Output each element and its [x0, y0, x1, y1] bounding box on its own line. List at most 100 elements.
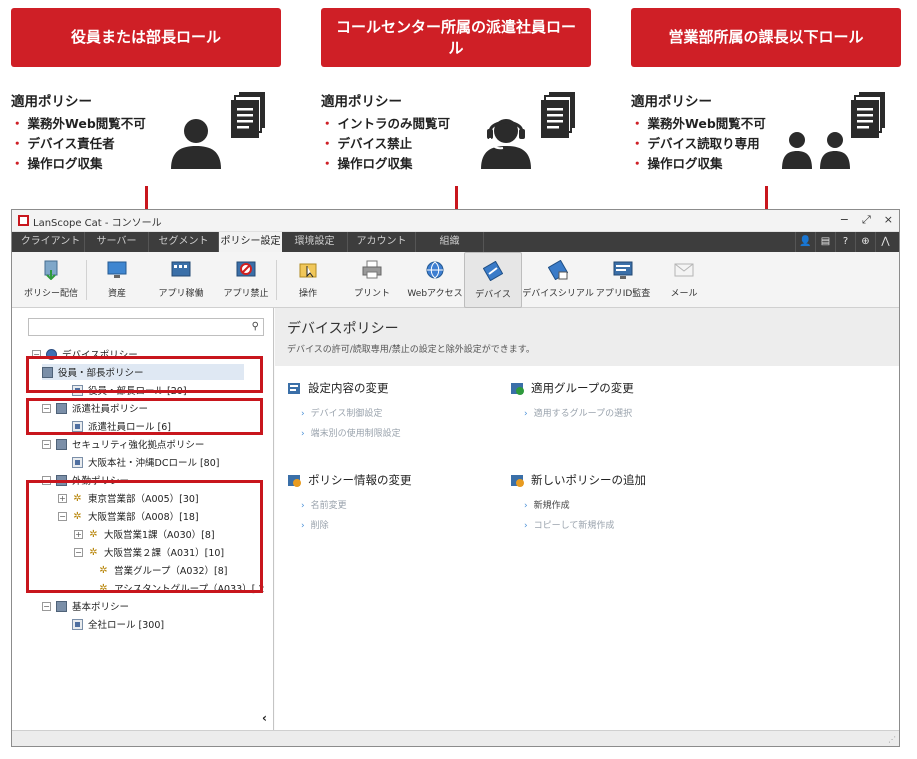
tree-node-label: 全社ロール [300] [88, 620, 165, 631]
collapse-icon[interactable]: ⋀ [875, 232, 895, 252]
tab-4[interactable]: ポリシー設定 [219, 232, 282, 252]
toolbar-app-run-button[interactable]: アプリ稼働 [152, 252, 210, 308]
policy-heading: 適用ポリシー [321, 94, 402, 110]
toolbar-operation-button[interactable]: 操作 [282, 252, 334, 308]
section-link[interactable]: › 削除 [301, 518, 329, 531]
policy-item-label: 業務外Web閲覧不可 [27, 116, 146, 131]
tree-node[interactable]: − 基本ポリシー [42, 598, 129, 614]
role-banner: 役員または部長ロール [11, 8, 281, 67]
close-button[interactable]: × [884, 213, 893, 227]
collapse-icon[interactable]: − [42, 601, 51, 611]
policy-item-label: デバイス読取り専用 [647, 136, 760, 151]
section-link[interactable]: › 新規作成 [524, 498, 570, 511]
bullet-icon: ・ [321, 156, 334, 171]
chevron-right-icon: › [301, 409, 305, 419]
section-link[interactable]: › コピーして新規作成 [524, 518, 614, 531]
tab-6[interactable]: アカウント [348, 232, 416, 252]
policy-item: ・デバイス禁止 [321, 134, 450, 154]
resize-grip-icon[interactable]: ⋰ [888, 735, 896, 744]
policy-item: ・業務外Web閲覧不可 [631, 114, 766, 134]
app-block-icon [236, 260, 256, 280]
policy-detail-panel: デバイスポリシー デバイスの許可/読取専用/禁止の設定と除外設定ができます。 設… [275, 308, 899, 731]
chevron-left-icon[interactable]: ‹ [262, 711, 267, 725]
section-link[interactable]: › デバイス制御設定 [301, 406, 382, 419]
bullet-icon: ・ [631, 156, 644, 171]
collapse-icon[interactable]: − [42, 439, 51, 449]
section-link-label: デバイス制御設定 [310, 409, 383, 419]
policy-list: ・イントラのみ閲覧可・デバイス禁止・操作ログ収集 [321, 114, 450, 174]
user-group-icon [780, 131, 854, 175]
section-link[interactable]: › 適用するグループの選択 [524, 406, 632, 419]
help-icon[interactable]: ? [835, 232, 855, 252]
main-tab-bar: 組織 アカウント 環境設定 ポリシー設定 セグメント サーバー クライアント 👤 ▤? ⊕ ⋀ [12, 232, 899, 252]
policy-icon [56, 600, 67, 612]
role-banner: 営業部所属の課長以下ロール [631, 8, 901, 67]
toolbar-mail-button[interactable]: メール [660, 252, 708, 308]
tree-node[interactable]: − セキュリティ強化拠点ポリシー [42, 436, 204, 452]
toolbar-printer-button[interactable]: プリント [347, 252, 397, 308]
tab-7[interactable]: 組織 [416, 232, 484, 252]
search-input[interactable]: ⚲ [28, 318, 264, 336]
toolbar-deploy-button[interactable]: ポリシー配信 [20, 252, 82, 308]
chevron-right-icon: › [524, 409, 528, 419]
bullet-icon: ・ [11, 136, 24, 151]
highlight-box-executive [26, 356, 263, 393]
toolbar-device-serial-button[interactable]: デバイスシリアル [522, 252, 594, 308]
tab-5[interactable]: 環境設定 [282, 232, 348, 252]
tree-node[interactable]: 全社ロール [300] [72, 616, 164, 632]
role-icon [72, 618, 83, 630]
tab-1[interactable]: クライアント [17, 232, 85, 252]
toolbar-divider [276, 260, 277, 300]
toolbar-app-id-button[interactable]: アプリID監査 [592, 252, 654, 308]
app-logo-icon [18, 215, 29, 226]
chevron-right-icon: › [301, 501, 305, 511]
section-title-label: 適用グループの変更 [531, 381, 634, 395]
search-icon[interactable]: ⚲ [252, 321, 259, 332]
section-link[interactable]: › 端末別の使用制限設定 [301, 426, 401, 439]
section-icon [287, 473, 301, 487]
policy-item: ・操作ログ収集 [321, 154, 450, 174]
tab-bar-icons: 👤 ▤? ⊕ ⋀ [795, 232, 895, 252]
person-icon [169, 117, 223, 175]
document-icon [541, 92, 577, 144]
toolbar-device-button[interactable]: デバイス [464, 252, 522, 308]
policy-list: ・業務外Web閲覧不可・デバイス読取り専用・操作ログ収集 [631, 114, 766, 174]
section-icon [287, 381, 301, 395]
monitor-icon [107, 260, 127, 280]
globe-icon[interactable]: ⊕ [855, 232, 875, 252]
bullet-icon: ・ [11, 156, 24, 171]
section-link-label: 名前変更 [310, 501, 347, 511]
list-icon[interactable]: ▤ [815, 232, 835, 252]
policy-toolbar: ポリシー配信 資産 アプリ稼働 アプリ禁止 操作 プリント Webアクセス デバイス デバイスシ… [12, 252, 899, 308]
toolbar-web-button[interactable]: Webアクセス [407, 252, 463, 308]
toolbar-label: デバイス [475, 290, 511, 300]
tree-node[interactable]: 大阪本社・沖縄DCロール [80] [72, 454, 219, 470]
chevron-right-icon: › [524, 521, 528, 531]
policy-icon [56, 438, 67, 450]
minimize-button[interactable]: − [840, 213, 849, 227]
bullet-icon: ・ [321, 116, 334, 131]
app-window: LanScope Cat - コンソール − ⤢ × 組織 アカウント 環境設定 ポリ… [11, 209, 900, 747]
document-icon [851, 92, 887, 144]
section-title: 設定内容の変更 [287, 380, 389, 396]
section-title-label: 新しいポリシーの追加 [531, 473, 646, 487]
role-icon [72, 456, 83, 468]
tab-2[interactable]: サーバー [85, 232, 149, 252]
role-banner: コールセンター所属の派遣社員ロール [321, 8, 591, 67]
user-icon[interactable]: 👤 [795, 232, 815, 252]
policy-item-label: 操作ログ収集 [337, 156, 413, 171]
policy-item: ・操作ログ収集 [631, 154, 766, 174]
toolbar-app-block-button[interactable]: アプリ禁止 [217, 252, 275, 308]
section-link[interactable]: › 名前変更 [301, 498, 347, 511]
toolbar-label: メール [670, 289, 698, 299]
policy-item: ・イントラのみ閲覧可 [321, 114, 450, 134]
toolbar-monitor-button[interactable]: 資産 [92, 252, 142, 308]
toolbar-label: Webアクセス [407, 289, 463, 299]
role-card-1: 役員または部長ロール 適用ポリシー・業務外Web閲覧不可・デバイス責任者・操作ログ… [11, 8, 281, 171]
section-title: 新しいポリシーの追加 [510, 472, 646, 488]
bullet-icon: ・ [321, 136, 334, 151]
section-link-label: 適用するグループの選択 [533, 409, 633, 419]
section-link-label: 新規作成 [533, 501, 570, 511]
tab-3[interactable]: セグメント [149, 232, 219, 252]
maximize-button[interactable]: ⤢ [862, 213, 871, 227]
